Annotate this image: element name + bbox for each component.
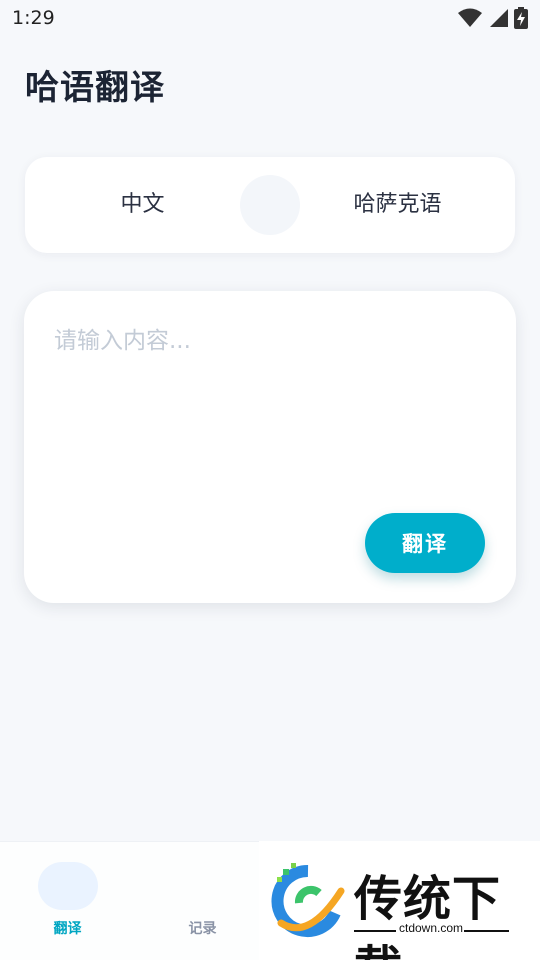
nav-item-history[interactable]: 记录 [135, 842, 270, 960]
status-time: 1:29 [12, 7, 55, 29]
watermark-url: ctdown.com [399, 921, 464, 935]
watermark-line-right [464, 930, 509, 932]
nav-label-translate: 翻译 [53, 921, 82, 937]
wifi-icon [458, 8, 482, 27]
watermark-logo: 传统下载 ctdown.com [259, 841, 540, 960]
translate-button[interactable]: 翻译 [365, 513, 485, 573]
text-input[interactable] [54, 321, 484, 521]
source-language-button[interactable]: 中文 [25, 157, 260, 253]
watermark-line-left [354, 930, 396, 932]
battery-charging-icon [514, 7, 528, 29]
watermark-emblem-icon [271, 863, 345, 937]
language-selector: 中文 哈萨克语 [25, 157, 515, 253]
status-bar: 1:29 [0, 0, 540, 36]
target-language-button[interactable]: 哈萨克语 [280, 157, 515, 253]
nav-item-translate[interactable]: 翻译 [0, 842, 135, 960]
watermark-brand: 传统下载 [354, 871, 502, 960]
nav-active-indicator [38, 862, 98, 910]
status-icons [458, 7, 528, 29]
nav-label-history: 记录 [188, 921, 217, 937]
page-title: 哈语翻译 [25, 68, 165, 108]
signal-icon [490, 9, 508, 27]
input-card: 翻译 [24, 291, 516, 603]
